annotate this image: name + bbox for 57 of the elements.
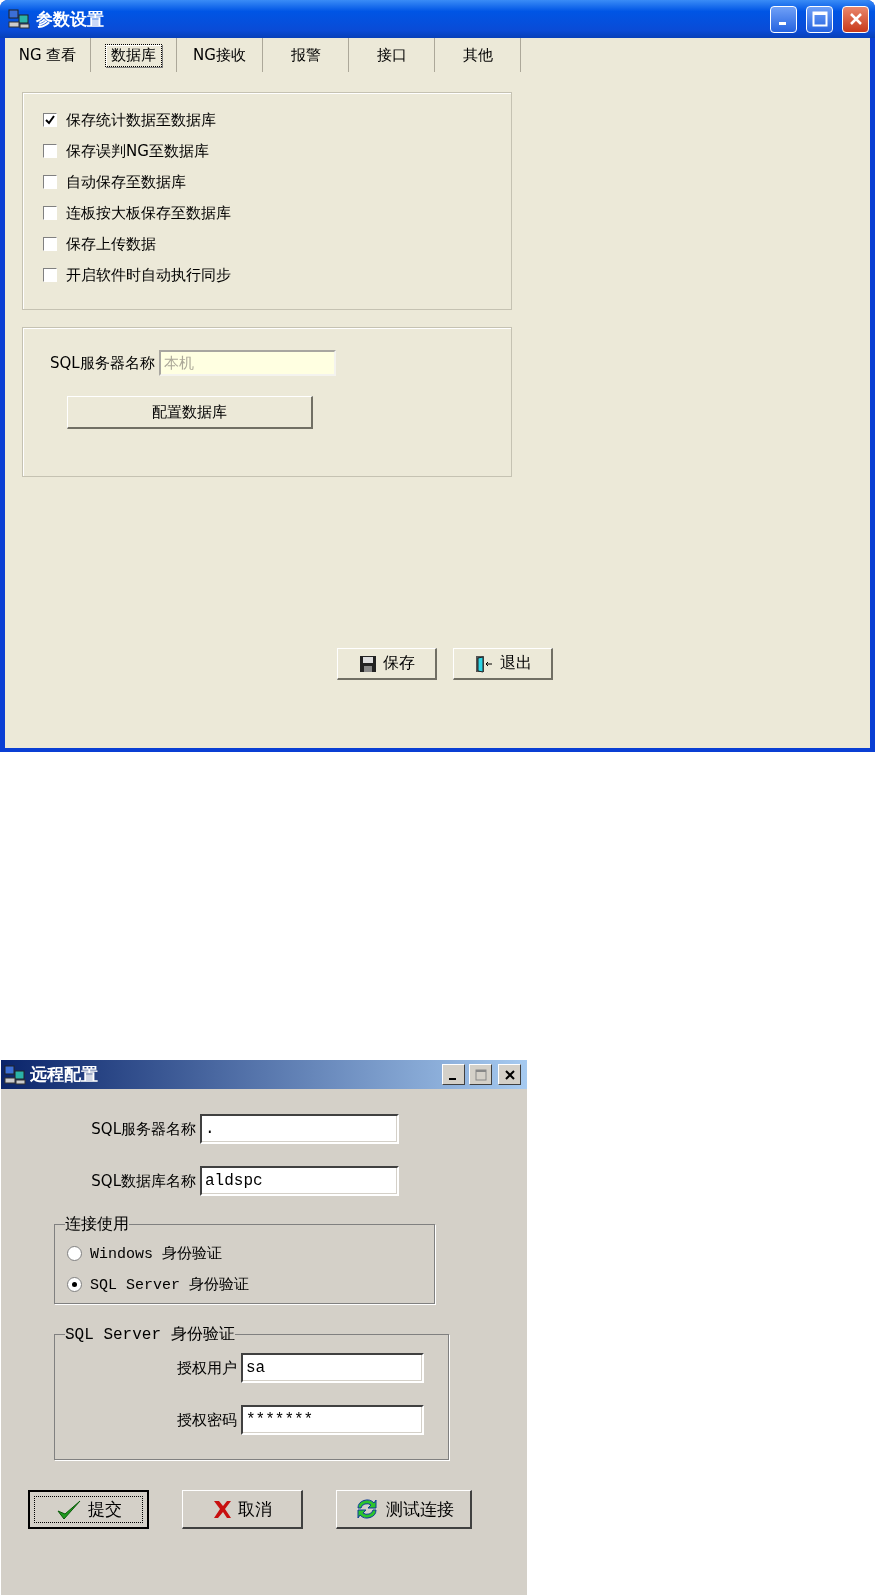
minimize-button[interactable] (442, 1064, 465, 1085)
cross-icon (212, 1498, 232, 1520)
door-exit-icon (473, 653, 494, 674)
maximize-icon (811, 11, 828, 27)
window-title: 参数设置 (36, 7, 105, 31)
checkbox[interactable] (43, 113, 57, 127)
radio-label: SQL Server 身份验证 (90, 1276, 250, 1294)
text-field[interactable]: aldspc (200, 1166, 399, 1196)
save-button[interactable]: 保存 (337, 648, 437, 680)
checkbox-label: 保存误判NG至数据库 (66, 141, 209, 161)
checkbox-label: 保存上传数据 (66, 234, 156, 254)
tab[interactable]: 报警 (263, 38, 349, 72)
cancel-button[interactable]: 取消 (182, 1490, 303, 1529)
checkbox-label: 开启软件时自动执行同步 (66, 265, 231, 285)
tab[interactable]: 接口 (349, 38, 435, 72)
minimize-icon (778, 21, 786, 25)
text-field[interactable]: sa (241, 1353, 424, 1383)
text-field[interactable]: . (200, 1114, 399, 1144)
tab[interactable]: 其他 (435, 38, 521, 72)
close-icon (503, 1068, 516, 1081)
app-icon (8, 9, 30, 29)
submit-button[interactable]: 提交 (28, 1490, 149, 1529)
field-label: SQL服务器名称 (90, 1119, 196, 1139)
field-label: SQL服务器名称 (50, 353, 155, 373)
tab[interactable]: NG 查看 (5, 38, 91, 72)
radio-button[interactable] (67, 1277, 82, 1292)
checkbox-label: 保存统计数据至数据库 (66, 110, 216, 130)
checkmark-icon (55, 1498, 82, 1521)
maximize-button[interactable] (806, 5, 833, 33)
field-label: SQL数据库名称 (90, 1171, 196, 1191)
checkbox[interactable] (43, 268, 57, 282)
field-label: 授权用户 (176, 1358, 237, 1378)
minimize-icon (449, 1077, 456, 1080)
checkbox-label: 连板按大板保存至数据库 (66, 203, 231, 223)
tab[interactable]: 数据库 (91, 38, 177, 72)
checkbox[interactable] (43, 144, 57, 158)
window-title: 远程配置 (30, 1063, 99, 1086)
checkbox[interactable] (43, 175, 57, 189)
server-name-field[interactable]: 本机 (158, 350, 336, 376)
field-label: 授权密码 (176, 1410, 237, 1430)
close-icon (848, 12, 863, 26)
test-connection-button[interactable]: 测试连接 (336, 1490, 472, 1529)
app-icon (4, 1064, 26, 1085)
maximize-icon (474, 1068, 487, 1081)
close-button[interactable] (498, 1064, 521, 1085)
exit-button[interactable]: 退出 (453, 648, 553, 680)
checkbox-label: 自动保存至数据库 (66, 172, 186, 192)
radio-label: Windows 身份验证 (90, 1245, 222, 1263)
checkbox[interactable] (43, 206, 57, 220)
text-field[interactable]: ******* (241, 1405, 424, 1435)
group-title: 连接使用 (65, 1214, 129, 1235)
checkbox[interactable] (43, 237, 57, 251)
tab[interactable]: NG接收 (177, 38, 263, 72)
maximize-button[interactable] (469, 1064, 492, 1085)
radio-button[interactable] (67, 1246, 82, 1261)
configure-database-button[interactable]: 配置数据库 (67, 396, 313, 429)
group-title: SQL Server 身份验证 (65, 1325, 235, 1345)
